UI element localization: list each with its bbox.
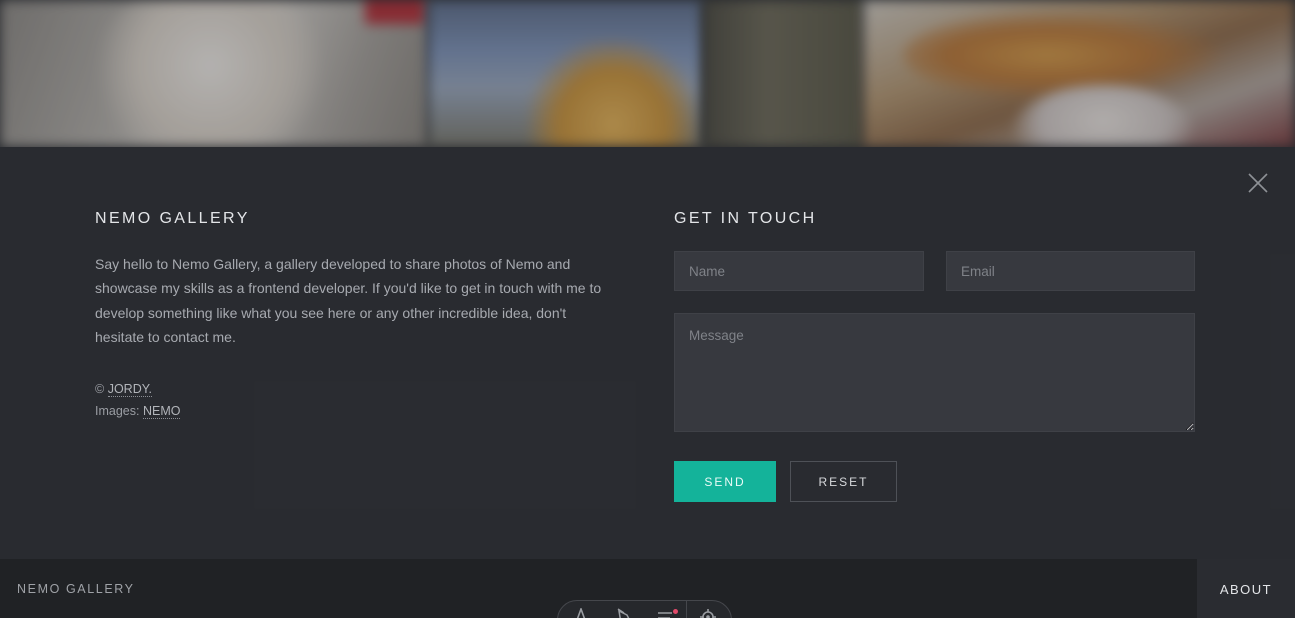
message-field[interactable] xyxy=(674,313,1195,432)
page: NEMO GALLERY Say hello to Nemo Gallery, … xyxy=(0,0,1295,618)
send-button[interactable]: SEND xyxy=(674,461,776,502)
pen-icon xyxy=(576,608,586,618)
pen-tool-button[interactable] xyxy=(558,608,604,618)
copyright-symbol: © xyxy=(95,382,105,396)
about-nav-label: ABOUT xyxy=(1219,582,1273,597)
about-title: NEMO GALLERY xyxy=(95,210,250,227)
images-link[interactable]: NEMO xyxy=(142,404,181,419)
author-link[interactable]: JORDY. xyxy=(107,382,152,397)
copyright-line: © JORDY. xyxy=(95,378,180,400)
footer-brand[interactable]: NEMO GALLERY xyxy=(17,582,135,596)
name-field[interactable] xyxy=(674,251,924,291)
images-label: Images: xyxy=(95,404,140,418)
close-button[interactable] xyxy=(1246,171,1270,195)
gallery-dim-overlay xyxy=(0,0,1295,147)
contact-title: GET IN TOUCH xyxy=(674,210,817,227)
floating-toolbar xyxy=(557,600,732,618)
credits: © JORDY. Images: NEMO xyxy=(95,378,181,422)
close-icon xyxy=(1248,173,1268,193)
reset-button[interactable]: RESET xyxy=(790,461,897,502)
email-field[interactable] xyxy=(946,251,1195,291)
gear-icon xyxy=(699,609,716,618)
about-description: Say hello to Nemo Gallery, a gallery dev… xyxy=(95,256,602,345)
broom-icon xyxy=(617,608,629,618)
settings-tool-button[interactable] xyxy=(687,608,728,618)
broom-tool-button[interactable] xyxy=(604,608,645,618)
notification-dot xyxy=(673,609,678,614)
images-credit-line: Images: NEMO xyxy=(95,400,181,422)
about-nav-button[interactable]: ABOUT xyxy=(1197,559,1295,618)
menu-tool-button[interactable] xyxy=(645,608,686,618)
